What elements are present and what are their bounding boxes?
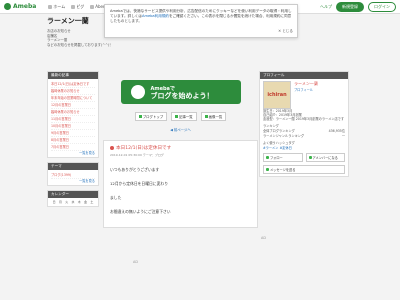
home-icon <box>138 115 142 118</box>
theme-item[interactable]: ブログ(1399) <box>51 172 95 179</box>
recent-entries-panel: 最新の記事 本日12/1(日)は定休日です 臨時休業のお知らせ 年末年始の営業時… <box>47 71 99 158</box>
article-title-icon <box>110 146 114 150</box>
calendar-header: カレンダー <box>48 191 98 198</box>
hashtag[interactable]: #ラーメン <box>263 146 278 150</box>
follow-button[interactable]: フォロー <box>263 153 303 162</box>
start-blog-banner[interactable]: Amebaで ブログを始めよう！ <box>120 80 241 104</box>
recent-entry[interactable]: 11月の営業日 <box>51 116 95 123</box>
prev-page-link[interactable]: ◀ 前ページへ <box>103 127 258 132</box>
list-icon <box>175 115 179 118</box>
pigg-icon <box>71 4 76 9</box>
ranking-row[interactable]: ラーメンジャンルランキング — <box>263 133 345 138</box>
entry-list-button[interactable]: 記事一覧 <box>171 112 197 121</box>
profile-image[interactable]: ichiran <box>263 81 291 109</box>
right-sidebar: プロフィール ichiran ラーメン一蘭 プロフィール 誕生日：2019年3月… <box>259 71 349 240</box>
article-body: いつもありがとうございます 12月から定休日を日曜日に変わり ました お間違えの… <box>110 167 171 214</box>
recent-entry[interactable]: 臨時休業のお知らせ <box>51 109 95 116</box>
message-button[interactable]: メッセージを送る <box>263 165 345 174</box>
theme-header: テーマ <box>48 163 98 170</box>
article-meta: 2019-12-01 05:30:00 テーマ：ブログ <box>110 153 164 157</box>
mail-icon <box>266 168 269 171</box>
home-icon <box>48 4 53 9</box>
ameba-logo-icon <box>4 3 11 10</box>
profile-link[interactable]: プロフィール <box>294 87 318 92</box>
recent-entry[interactable]: 10月の営業日 <box>51 123 95 130</box>
article-title[interactable]: 本日12/1(日)は定休日です <box>110 145 251 151</box>
recent-entry[interactable]: 12月の営業日 <box>51 102 95 109</box>
header-actions: ヘルプ 新規登録 ログイン <box>320 1 396 12</box>
profile-header: プロフィール <box>260 72 348 79</box>
recent-more-link[interactable]: 一覧を見る <box>51 151 95 155</box>
recent-entry[interactable]: 9月の営業日 <box>51 130 95 137</box>
help-link[interactable]: ヘルプ <box>320 4 332 10</box>
register-button[interactable]: 新規登録 <box>336 1 364 12</box>
theme-more-link[interactable]: 一覧を見る <box>51 179 95 183</box>
cookie-close-button[interactable]: ✕ とじる <box>278 29 293 34</box>
blog-top-button[interactable]: ブログトップ <box>134 112 168 121</box>
main-column: Amebaで ブログを始めよう！ ブログトップ 記事一覧 画像一覧 ◀ 前ページ… <box>103 70 258 264</box>
article: 本日12/1(日)は定休日です 2019-12-01 05:30:00 テーマ：… <box>103 140 258 228</box>
recent-entries-header: 最新の記事 <box>48 72 98 79</box>
theme-panel: テーマ ブログ(1399) 一覧を見る <box>47 162 99 186</box>
profile-panel: プロフィール ichiran ラーメン一蘭 プロフィール 誕生日：2019年3月… <box>259 71 349 177</box>
calendar-panel: カレンダー 日 月 火 水 木 金 土 <box>47 190 99 207</box>
login-button[interactable]: ログイン <box>368 1 396 12</box>
terms-link[interactable]: Ameba利用規約 <box>142 14 169 18</box>
nav-home[interactable]: ホーム <box>48 4 65 10</box>
ameba-logo[interactable]: Ameba <box>4 3 36 10</box>
recent-entry[interactable]: 8月の営業日 <box>51 137 95 144</box>
tv-icon <box>90 4 95 9</box>
blog-actions: ブログトップ 記事一覧 画像一覧 <box>103 112 258 121</box>
recent-entry[interactable]: 臨時休業のお知らせ <box>51 88 95 95</box>
calendar-grid: 日 月 火 水 木 金 土 <box>52 200 94 204</box>
ameba-blog-icon <box>130 85 145 99</box>
amember-button[interactable]: アメンバーになる <box>305 153 345 162</box>
profile-blood: 血液型：ラーメン一蘭 2019年3月創業のラーメン店です <box>263 117 345 121</box>
cookie-notice: Amebaでは、快適なサービス提供や利用分析、広告配信のためにクッキーなどを使い… <box>104 4 298 38</box>
hashtag[interactable]: #定休日 <box>280 146 292 150</box>
ad-badge: AD <box>261 236 266 240</box>
left-sidebar: 最新の記事 本日12/1(日)は定休日です 臨時休業のお知らせ 年末年始の営業時… <box>47 71 99 211</box>
user-icon <box>308 156 312 159</box>
recent-entry[interactable]: 本日12/1(日)は定休日です <box>51 81 95 88</box>
image-list-button[interactable]: 画像一覧 <box>200 112 227 121</box>
recent-entry[interactable]: 7月の営業日 <box>51 144 95 151</box>
plus-icon <box>266 156 269 159</box>
image-icon <box>204 115 208 118</box>
nav-pigg[interactable]: ピグ <box>71 4 84 10</box>
ad-badge: AD <box>133 260 138 264</box>
recent-entry[interactable]: 年末年始の営業時間について <box>51 95 95 102</box>
